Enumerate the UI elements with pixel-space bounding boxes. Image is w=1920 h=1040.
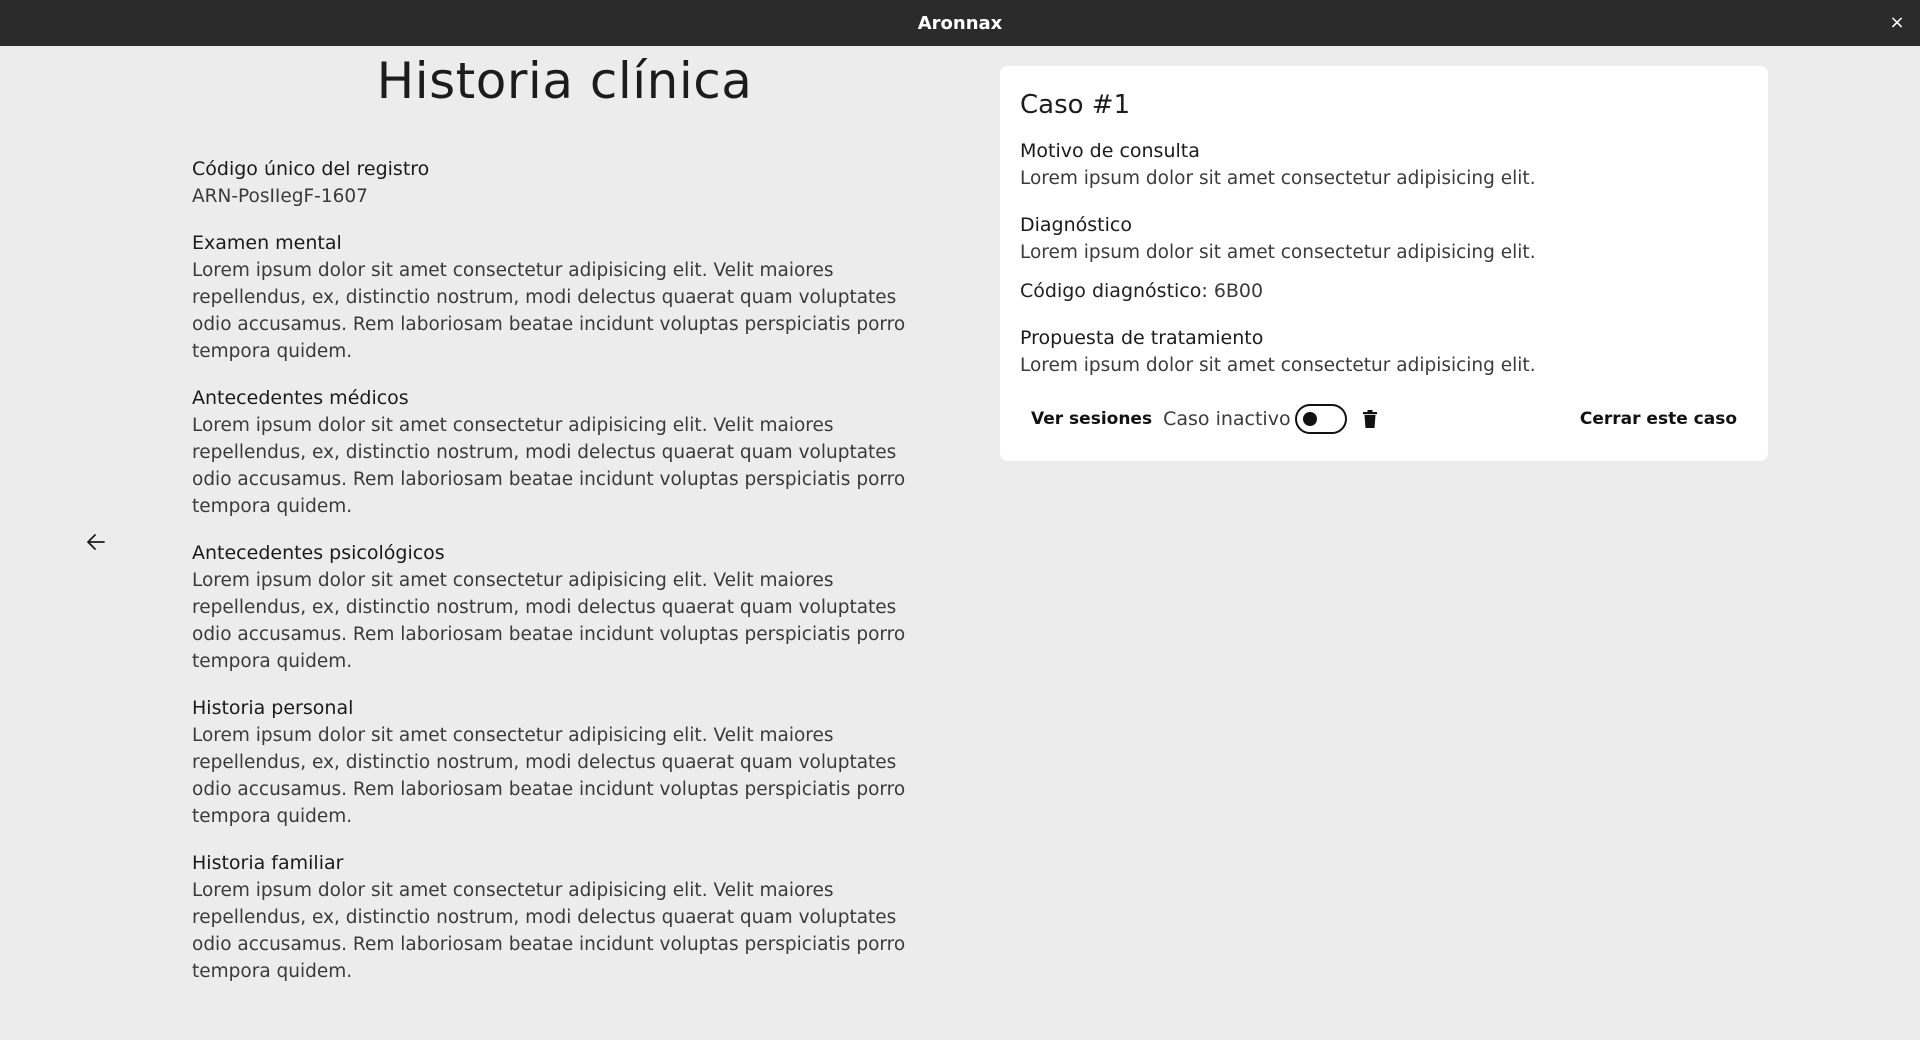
diagnosis-code-label: Código diagnóstico:: [1020, 280, 1208, 302]
section-value: Lorem ipsum dolor sit amet consectetur a…: [192, 260, 906, 362]
reason-value: Lorem ipsum dolor sit amet consectetur a…: [1020, 168, 1536, 189]
diagnosis-code-value: 6B00: [1213, 280, 1264, 302]
close-case-button[interactable]: Cerrar este caso: [1569, 401, 1748, 437]
page-title: Historia clínica: [376, 52, 753, 110]
section-label: Antecedentes psicológicos: [192, 542, 445, 564]
section-value: Lorem ipsum dolor sit amet consectetur a…: [192, 880, 906, 982]
diagnosis-value: Lorem ipsum dolor sit amet consectetur a…: [1020, 242, 1536, 263]
trash-icon[interactable]: [1362, 408, 1381, 430]
section-label: Examen mental: [192, 232, 342, 254]
section-label: Antecedentes médicos: [192, 387, 409, 409]
section-label: Historia familiar: [192, 852, 344, 874]
case-title: Caso #1: [1020, 90, 1131, 120]
toggle-knob: [1302, 412, 1317, 426]
mental-exam-section: Examen mental Lorem ipsum dolor sit amet…: [192, 230, 937, 365]
case-card: Caso #1 Motivo de consulta Lorem ipsum d…: [1000, 66, 1768, 461]
treatment-field: Propuesta de tratamiento Lorem ipsum dol…: [1020, 325, 1748, 379]
diagnosis-label: Diagnóstico: [1020, 214, 1132, 236]
psychological-history-section: Antecedentes psicológicos Lorem ipsum do…: [192, 540, 937, 675]
section-value: Lorem ipsum dolor sit amet consectetur a…: [192, 725, 906, 827]
inactive-toggle-label: Caso inactivo: [1163, 408, 1291, 430]
treatment-value: Lorem ipsum dolor sit amet consectetur a…: [1020, 355, 1536, 376]
medical-history-section: Antecedentes médicos Lorem ipsum dolor s…: [192, 385, 937, 520]
section-value: ARN-PosIIegF-1607: [192, 186, 368, 207]
section-value: Lorem ipsum dolor sit amet consectetur a…: [192, 570, 906, 672]
window-titlebar: Aronnax ×: [0, 0, 1920, 46]
record-code-section: Código único del registro ARN-PosIIegF-1…: [192, 156, 937, 210]
reason-label: Motivo de consulta: [1020, 140, 1200, 162]
arrow-left-icon[interactable]: [84, 530, 108, 554]
window-title: Aronnax: [917, 12, 1003, 34]
clinical-record: Historia clínica Código único del regist…: [192, 46, 937, 985]
reason-field: Motivo de consulta Lorem ipsum dolor sit…: [1020, 138, 1748, 192]
close-icon[interactable]: ×: [1886, 12, 1908, 34]
inactive-toggle[interactable]: [1294, 404, 1347, 434]
diagnosis-field: Diagnóstico Lorem ipsum dolor sit amet c…: [1020, 212, 1748, 266]
section-label: Historia personal: [192, 697, 354, 719]
diagnosis-code: Código diagnóstico: 6B00: [1020, 278, 1748, 305]
personal-history-section: Historia personal Lorem ipsum dolor sit …: [192, 695, 937, 830]
section-value: Lorem ipsum dolor sit amet consectetur a…: [192, 415, 906, 517]
view-sessions-button[interactable]: Ver sesiones: [1020, 401, 1163, 437]
section-label: Código único del registro: [192, 158, 430, 180]
case-actions: Ver sesiones Caso inactivo Cerrar este c…: [1020, 399, 1748, 439]
family-history-section: Historia familiar Lorem ipsum dolor sit …: [192, 850, 937, 985]
treatment-label: Propuesta de tratamiento: [1020, 327, 1264, 349]
